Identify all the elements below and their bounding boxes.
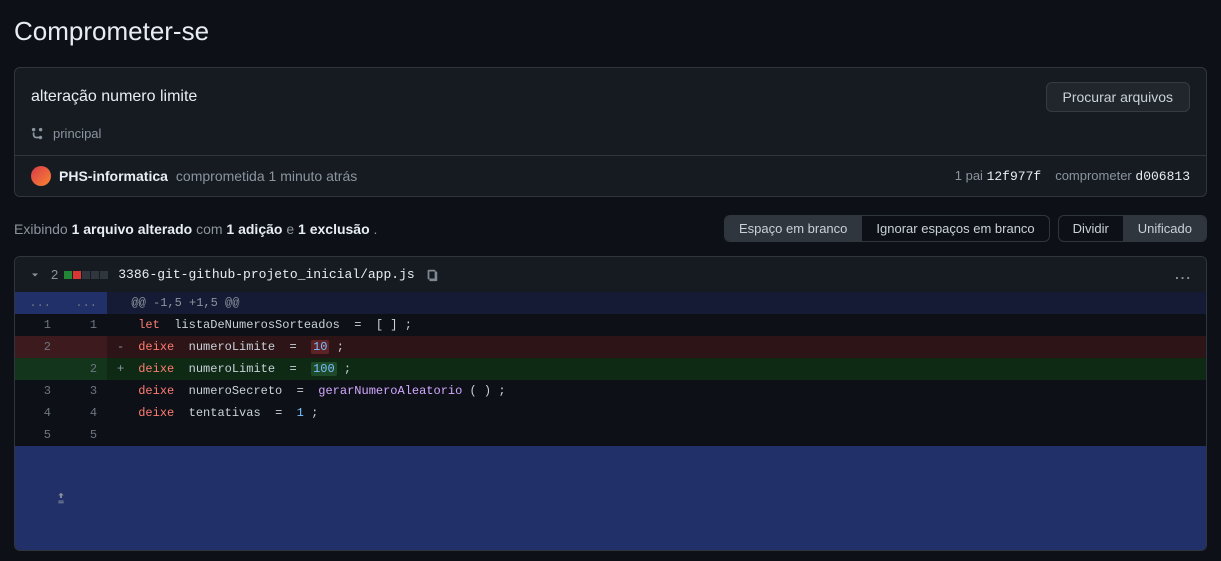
- diff-line-deleted: 2 - deixe numeroLimite = 10 ;: [15, 336, 1206, 358]
- copy-icon[interactable]: [425, 268, 439, 282]
- diffstat-add-block: [64, 271, 72, 279]
- commit-message: alteração numero limite: [31, 88, 197, 106]
- expand-hunk-button[interactable]: [15, 446, 1206, 550]
- diff-line: 3 3 deixe numeroSecreto = gerarNumeroAle…: [15, 380, 1206, 402]
- diff-summary: Exibindo 1 arquivo alterado com 1 adição…: [14, 221, 377, 237]
- parent-label: 1 pai: [955, 168, 983, 183]
- diff-table: ... ... @@ -1,5 +1,5 @@ 1 1 let listaDeN…: [15, 292, 1206, 550]
- chevron-down-icon[interactable]: [29, 269, 41, 281]
- commit-box: alteração numero limite Procurar arquivo…: [14, 67, 1207, 197]
- file-path[interactable]: 3386-git-github-projeto_inicial/app.js: [118, 267, 414, 282]
- file-actions-menu[interactable]: ...: [1175, 267, 1192, 282]
- diff-line-added: 2 + deixe numeroLimite = 100 ;: [15, 358, 1206, 380]
- avatar: [31, 166, 51, 186]
- branch-icon: [31, 127, 45, 141]
- diff-line: 5 5: [15, 424, 1206, 446]
- diffstat: 2: [51, 267, 108, 282]
- author-name[interactable]: PHS-informatica: [59, 168, 168, 184]
- branch-name: principal: [53, 126, 101, 141]
- committed-time: comprometida 1 minuto atrás: [176, 168, 357, 184]
- commit-label: comprometer: [1055, 168, 1132, 183]
- expand-down-icon: [54, 491, 68, 505]
- split-view-button[interactable]: Dividir: [1059, 216, 1123, 241]
- diffstat-del-block: [73, 271, 81, 279]
- commit-sha: d006813: [1135, 169, 1190, 184]
- file-diff-box: 2 3386-git-github-projeto_inicial/app.js…: [14, 256, 1207, 551]
- diff-line: 1 1 let listaDeNumerosSorteados = [ ] ;: [15, 314, 1206, 336]
- page-title: Comprometer-se: [14, 16, 1207, 47]
- whitespace-toggle: Espaço em branco Ignorar espaços em bran…: [724, 215, 1050, 242]
- whitespace-show-button[interactable]: Espaço em branco: [725, 216, 861, 241]
- parent-sha[interactable]: 12f977f: [987, 169, 1042, 184]
- hunk-header: ... ... @@ -1,5 +1,5 @@: [15, 292, 1206, 314]
- diff-line: 4 4 deixe tentativas = 1 ;: [15, 402, 1206, 424]
- browse-files-button[interactable]: Procurar arquivos: [1046, 82, 1191, 112]
- unified-view-button[interactable]: Unificado: [1123, 216, 1206, 241]
- whitespace-ignore-button[interactable]: Ignorar espaços em branco: [861, 216, 1048, 241]
- view-toggle: Dividir Unificado: [1058, 215, 1207, 242]
